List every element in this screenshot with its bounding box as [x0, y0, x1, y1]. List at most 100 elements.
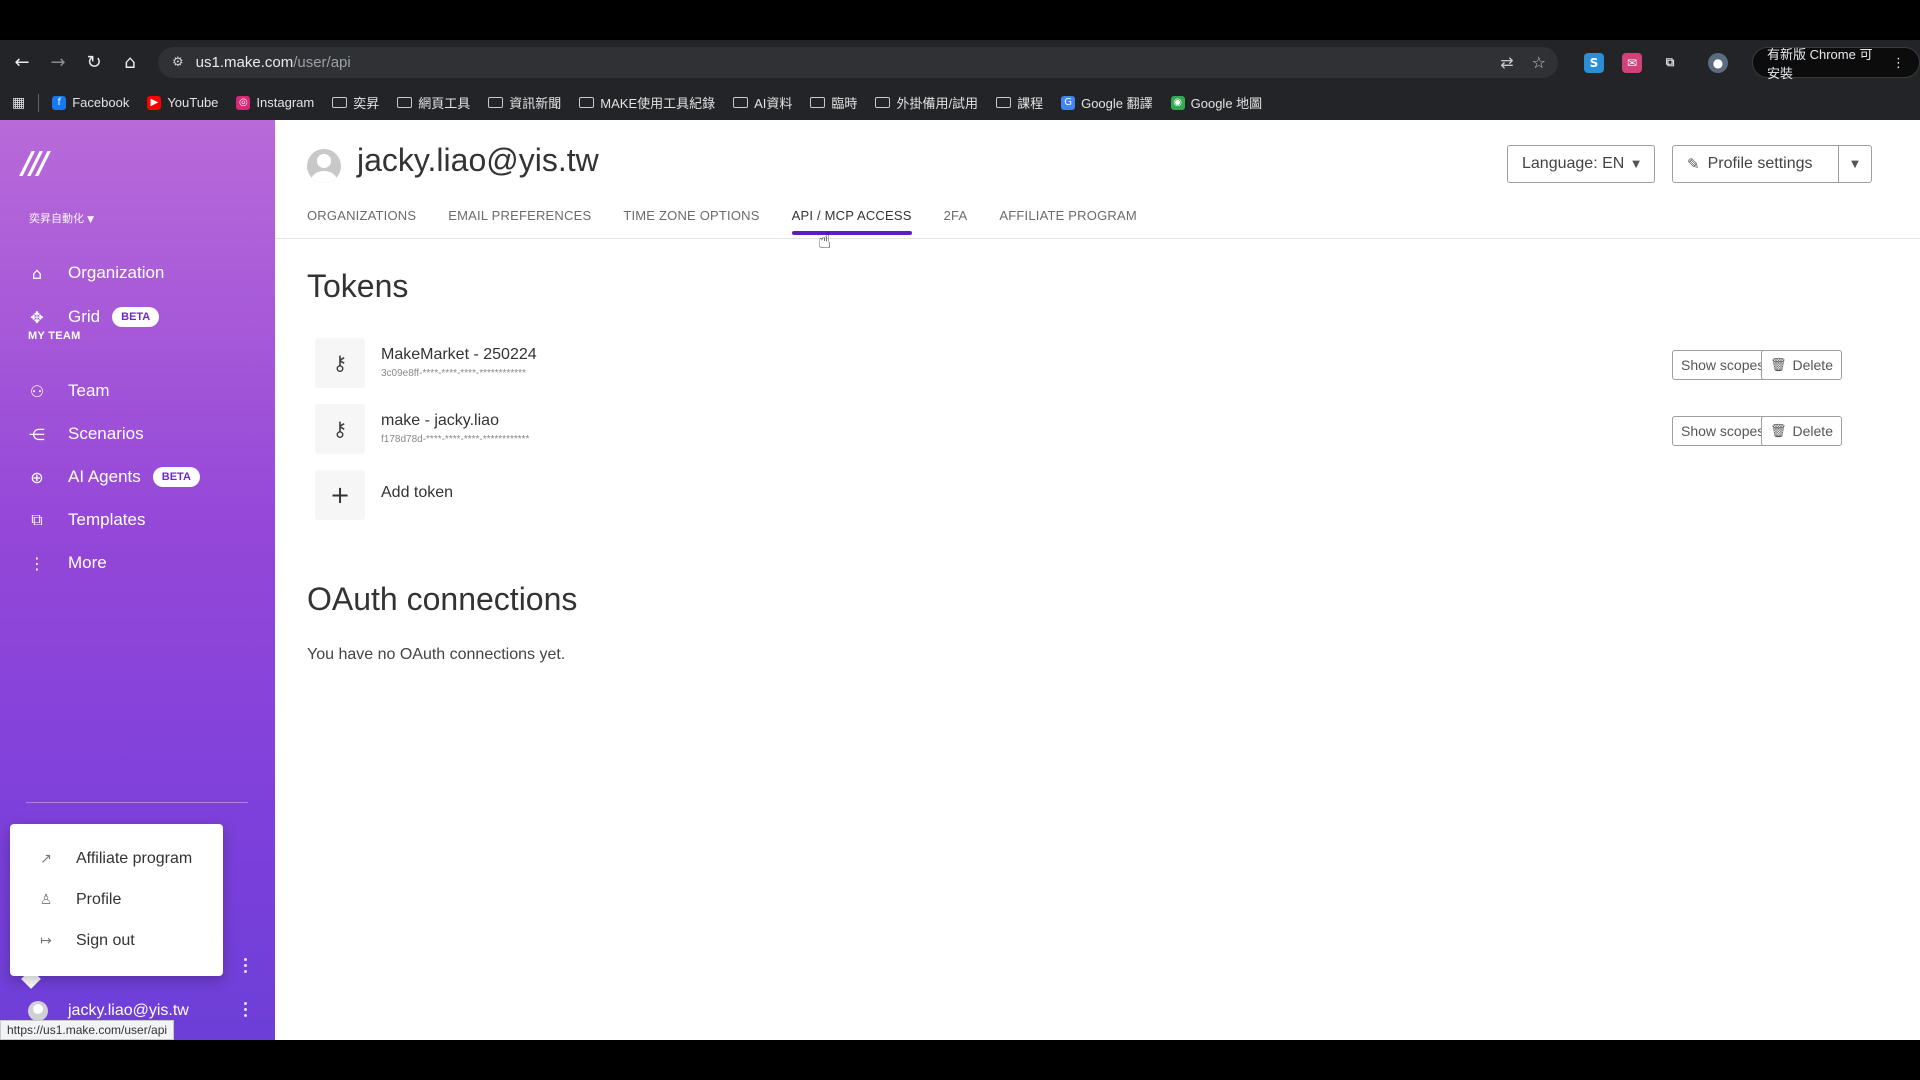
sidebar-item-label: AI Agents — [68, 467, 141, 486]
bookmark-label: MAKE使用工具紀錄 — [600, 96, 716, 111]
extensions-area: S ✉ ⧉ ● — [1584, 47, 1728, 78]
screen: ← → ↻ ⌂ ⚙ us1.make.com/user/api ⇄ ☆ S ✉ … — [0, 0, 1920, 1080]
sidebar-item-grid[interactable]: ✥ Grid BETA — [26, 300, 160, 334]
token-key: 3c09e8ff-****-****-****-************ — [381, 368, 526, 379]
delete-label: Delete — [1792, 423, 1833, 439]
site-info-icon[interactable]: ⚙ — [172, 55, 184, 70]
grid-icon: ✥ — [30, 307, 44, 327]
sidebar-item-label: Templates — [68, 510, 146, 529]
bookmarks-divider — [38, 93, 40, 112]
bookmark-item[interactable]: 課程 — [987, 89, 1052, 117]
bookmark-item[interactable]: 資訊新聞 — [479, 89, 570, 117]
instagram-icon: ◎ — [236, 95, 251, 110]
tab-2fa[interactable]: 2FA — [944, 208, 968, 238]
profile-settings-dropdown[interactable]: ▼ — [1838, 145, 1872, 183]
update-label: 有新版 Chrome 可安裝 — [1767, 46, 1873, 81]
templates-icon: ⧉ — [31, 510, 43, 529]
oauth-empty-text: You have no OAuth connections yet. — [307, 646, 566, 663]
bookmark-item[interactable]: ◉ Google 地圖 — [1162, 89, 1272, 117]
reload-icon[interactable]: ↻ — [76, 45, 112, 81]
sidebar: /// 奕昇自動化 ▼ ⌂ Organization ✥ Grid BETA M… — [0, 120, 275, 1040]
bookmark-label: Facebook — [72, 95, 130, 110]
oauth-heading: OAuth connections — [307, 581, 578, 617]
sidebar-item-label: Team — [68, 381, 110, 400]
profile-settings-button[interactable]: ✎ Profile settings — [1672, 145, 1839, 183]
extensions-puzzle-icon[interactable]: ⧉ — [1660, 53, 1680, 73]
language-dropdown[interactable]: Language: EN ▼ — [1507, 145, 1655, 183]
menu-item-affiliate-program[interactable]: ↗ Affiliate program — [38, 845, 192, 873]
sidebar-divider — [26, 802, 248, 803]
user-kebab-icon[interactable] — [240, 1002, 250, 1017]
forward-icon[interactable]: → — [40, 45, 76, 81]
google-maps-icon: ◉ — [1170, 95, 1185, 110]
bookmark-star-icon[interactable]: ☆ — [1532, 53, 1546, 72]
sidebar-item-templates[interactable]: ⧉ Templates — [26, 503, 145, 537]
org-name: 奕昇自動化 — [29, 213, 84, 225]
bookmark-item[interactable]: ◎ Instagram — [227, 89, 323, 117]
sidebar-item-more[interactable]: ⋮ More — [26, 546, 107, 580]
sidebar-item-team[interactable]: ⚇ Team — [26, 374, 110, 408]
folder-icon — [875, 97, 891, 108]
bookmark-label: 奕昇 — [353, 96, 380, 111]
org-switcher[interactable]: 奕昇自動化 ▼ — [29, 210, 94, 226]
sidebar-item-scenarios[interactable]: ⋲ Scenarios — [26, 417, 144, 451]
bookmark-item[interactable]: 網頁工具 — [388, 89, 479, 117]
bookmark-item[interactable]: 外掛備用/試用 — [866, 89, 987, 117]
delete-button[interactable]: 🗑 Delete — [1761, 350, 1842, 380]
extension-pink-icon[interactable]: ✉ — [1622, 52, 1642, 73]
plus-icon: + — [315, 470, 365, 520]
profile-settings-label: Profile settings — [1707, 155, 1813, 172]
tab-api-mcp-access[interactable]: API / MCP ACCESS — [791, 208, 912, 238]
tab-email-preferences[interactable]: EMAIL PREFERENCES — [448, 208, 591, 238]
menu-kebab-icon: ⋮ — [1892, 54, 1905, 70]
bookmark-label: Google 地圖 — [1190, 96, 1263, 111]
token-row: ⚷ make - jacky.liao f178d78d-****-****-*… — [315, 404, 1875, 456]
key-icon: ⚷ — [315, 404, 365, 454]
bookmark-item[interactable]: 奕昇 — [323, 89, 388, 117]
bookmark-item[interactable]: MAKE使用工具紀錄 — [570, 89, 724, 117]
show-scopes-button[interactable]: Show scopes — [1672, 416, 1774, 446]
profile-tabs: ORGANIZATIONS EMAIL PREFERENCES TIME ZON… — [307, 208, 1137, 238]
profile-avatar-icon[interactable]: ● — [1708, 52, 1728, 73]
facebook-icon: f — [52, 95, 67, 110]
add-token-button[interactable]: + Add token — [315, 470, 515, 522]
delete-label: Delete — [1792, 357, 1833, 373]
address-bar[interactable]: ⚙ us1.make.com/user/api ⇄ ☆ — [158, 47, 1558, 78]
bookmark-item[interactable]: G Google 翻譯 — [1052, 89, 1162, 117]
apps-grid-icon[interactable]: ▦ — [12, 89, 34, 117]
popup-kebab-icon[interactable] — [240, 958, 250, 973]
bookmark-item[interactable]: ▶ YouTube — [138, 89, 227, 117]
bookmarks-bar: ▦ f Facebook ▶ YouTube ◎ Instagram 奕昇 網頁工具 資訊新聞 M… — [0, 85, 1920, 120]
folder-icon — [579, 97, 595, 108]
tokens-heading: Tokens — [307, 268, 409, 304]
menu-item-sign-out[interactable]: ↦ Sign out — [38, 927, 135, 955]
beta-badge: BETA — [112, 307, 160, 327]
back-icon[interactable]: ← — [4, 45, 40, 81]
bookmark-label: 網頁工具 — [418, 96, 471, 111]
chevron-down-icon: ▼ — [87, 215, 94, 225]
menu-item-profile[interactable]: ♙ Profile — [38, 886, 122, 914]
tab-affiliate-program[interactable]: AFFILIATE PROGRAM — [999, 208, 1137, 238]
google-translate-icon: G — [1061, 95, 1076, 110]
bookmark-label: AI資料 — [754, 96, 793, 111]
bookmark-item[interactable]: AI資料 — [724, 89, 801, 117]
user-email: jacky.liao@yis.tw — [68, 1002, 189, 1019]
make-logo[interactable]: /// — [22, 146, 49, 181]
delete-button[interactable]: 🗑 Delete — [1761, 416, 1842, 446]
home-icon[interactable]: ⌂ — [112, 45, 148, 81]
bookmark-item[interactable]: 臨時 — [801, 89, 866, 117]
share-icon: ⋲ — [29, 424, 45, 444]
edit-icon: ✎ — [1687, 155, 1700, 173]
chrome-update-button[interactable]: 有新版 Chrome 可安裝 ⋮ — [1752, 47, 1920, 81]
bookmark-item[interactable]: f Facebook — [43, 89, 138, 117]
youtube-icon: ▶ — [147, 95, 162, 110]
show-scopes-button[interactable]: Show scopes — [1672, 350, 1774, 380]
tab-time-zone-options[interactable]: TIME ZONE OPTIONS — [623, 208, 759, 238]
extension-s-icon[interactable]: S — [1584, 52, 1604, 73]
sidebar-item-ai-agents[interactable]: ⊕ AI Agents BETA — [26, 460, 200, 494]
tab-organizations[interactable]: ORGANIZATIONS — [307, 208, 416, 238]
folder-icon — [810, 97, 826, 108]
sidebar-item-organization[interactable]: ⌂ Organization — [26, 256, 164, 290]
translate-icon[interactable]: ⇄ — [1500, 53, 1513, 72]
bookmark-label: Google 翻譯 — [1081, 96, 1153, 111]
